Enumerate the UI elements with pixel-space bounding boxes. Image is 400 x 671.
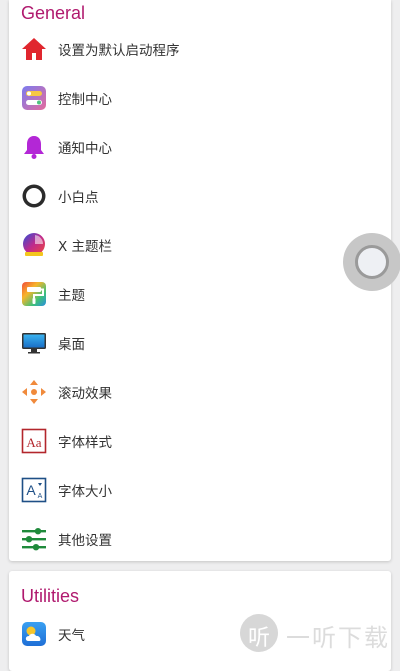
monitor-icon xyxy=(22,333,46,354)
svg-text:Aa: Aa xyxy=(26,435,41,450)
settings-item-label: X 主题栏 xyxy=(58,239,113,255)
settings-item-default-launcher[interactable]: 设置为默认启动程序 xyxy=(9,24,391,73)
settings-item-desktop[interactable]: 桌面 xyxy=(9,318,391,367)
assistive-touch-inner xyxy=(355,245,389,279)
settings-item-font-style[interactable]: Aa 字体样式 xyxy=(9,416,391,465)
weather-icon xyxy=(22,622,46,646)
white-dot-icon xyxy=(22,184,46,208)
general-settings-card: General 设置为默认启动程序 控制中心 通知中心 小白点 X 主题栏 主题… xyxy=(9,0,391,561)
settings-item-label: 通知中心 xyxy=(58,141,112,157)
settings-item-label: 天气 xyxy=(58,628,85,644)
font-size-icon: A A xyxy=(21,477,47,503)
settings-item-label: 其他设置 xyxy=(58,533,112,549)
settings-item-white-dot[interactable]: 小白点 xyxy=(9,171,391,220)
watermark-logo: 听 xyxy=(240,614,278,652)
settings-item-label: 滚动效果 xyxy=(58,386,112,402)
settings-item-theme-bar[interactable]: X 主题栏 xyxy=(9,220,391,269)
svg-text:A: A xyxy=(26,482,36,498)
font-style-icon: Aa xyxy=(21,428,47,454)
section-title-utilities: Utilities xyxy=(21,586,80,606)
settings-item-label: 字体样式 xyxy=(58,435,112,451)
svg-text:A: A xyxy=(38,493,43,500)
watermark: 听 一听下载 xyxy=(236,612,396,656)
settings-item-scroll-effect[interactable]: 滚动效果 xyxy=(9,367,391,416)
section-title-general: General xyxy=(21,3,86,23)
settings-item-label: 控制中心 xyxy=(58,92,112,108)
settings-item-label: 设置为默认启动程序 xyxy=(58,43,180,59)
settings-item-label: 主题 xyxy=(58,288,85,304)
assistive-touch-icon[interactable] xyxy=(343,233,400,291)
bell-icon xyxy=(24,136,44,159)
settings-item-notification-center[interactable]: 通知中心 xyxy=(9,122,391,171)
settings-item-theme[interactable]: 主题 xyxy=(9,269,391,318)
sliders-icon xyxy=(22,528,46,551)
watermark-text: 一听下载 xyxy=(286,624,390,652)
settings-item-font-size[interactable]: A A 字体大小 xyxy=(9,465,391,514)
settings-item-other-settings[interactable]: 其他设置 xyxy=(9,514,391,563)
settings-item-label: 字体大小 xyxy=(58,484,112,500)
settings-item-control-center[interactable]: 控制中心 xyxy=(9,73,391,122)
paint-roller-icon xyxy=(22,282,46,306)
settings-item-label: 小白点 xyxy=(58,190,99,206)
home-icon xyxy=(22,38,46,60)
watermark-logo-char: 听 xyxy=(247,626,270,651)
theme-bar-icon xyxy=(23,233,45,256)
scroll-arrows-icon xyxy=(22,380,46,404)
control-center-icon xyxy=(22,86,46,110)
settings-item-label: 桌面 xyxy=(58,337,85,353)
